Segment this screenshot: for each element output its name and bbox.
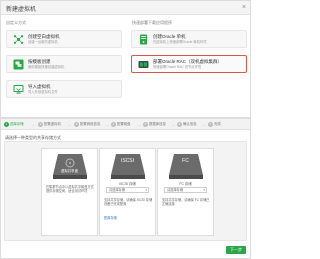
chevron-down-icon: ▾: [145, 188, 147, 192]
card-deploy-oracle-rac[interactable]: 部署Oracle RAC（双机虚拟集群） 快速部署Oracle RAC 双节点环…: [131, 55, 247, 73]
card-import-vm[interactable]: 导入虚拟机 导入外部虚拟机文件: [6, 80, 122, 98]
step-label: 配置虚拟机: [44, 122, 61, 126]
next-button[interactable]: 下一步: [226, 246, 246, 254]
card-create-blank-vm[interactable]: 创建空白虚拟机 创建一台新的虚拟机: [6, 30, 122, 48]
blank-vm-icon: [13, 35, 24, 44]
card-name: 创建Oracle 单机: [153, 34, 186, 39]
oracle-rac-wizard: 1 选择存储 → 2 配置虚拟机 → 3 配置网络信息 → 4 配置磁盘 → 5…: [0, 118, 251, 259]
card-name: 导入虚拟机: [28, 84, 51, 89]
custom-section-label: 自定义方式: [6, 20, 26, 25]
new-vm-dialog: 新建虚拟机 × 自定义方式 快速部署下载应用程序 创建空白虚拟机 创建一台新的虚…: [0, 0, 251, 118]
step-arrow-icon: →: [31, 122, 35, 127]
chevron-down-icon: ▾: [203, 188, 205, 192]
step-number: 7: [208, 122, 213, 127]
storage-desc: 支持共享存储，请确保 iSCSI 存储设备已完成配置: [104, 198, 153, 207]
close-icon[interactable]: ×: [242, 3, 246, 12]
step-number: 5: [143, 122, 148, 127]
import-vm-icon: [13, 85, 24, 94]
select-value: 请选择存储: [109, 188, 125, 192]
step-number: 1: [4, 122, 9, 127]
step-label: 完成: [214, 122, 221, 126]
card-name: 部署Oracle RAC（双机虚拟集群）: [153, 59, 223, 64]
step-arrow-icon: →: [137, 122, 141, 127]
card-name: 创建空白虚拟机: [28, 34, 60, 39]
storage-type-label: ISCSI 存储: [119, 182, 136, 186]
card-desc: 使用模板快速创建虚拟机: [28, 65, 65, 69]
card-create-from-template[interactable]: 按模板创建 使用模板快速创建虚拟机: [6, 55, 122, 73]
iscsi-storage-select[interactable]: 请选择存储 ▾: [106, 187, 149, 193]
step-arrow-icon: →: [202, 122, 206, 127]
card-desc: 在虚拟机上快速部署Oracle 单机环境: [153, 40, 207, 44]
storage-badge: FC: [182, 158, 189, 164]
card-desc: 快速部署Oracle RAC 双节点环境: [153, 65, 202, 69]
step-label: 选择存储: [10, 122, 24, 126]
hard-disk-icon: [53, 154, 87, 179]
step-number: 2: [38, 122, 43, 127]
storage-option-fc[interactable]: FC FC 存储 请选择存储 ▾ 支持共享存储，请确保 FC 存储已正确连接: [157, 148, 214, 236]
step-number: 4: [111, 122, 116, 127]
step-number: 3: [74, 122, 79, 127]
storage-badge: ISCSI: [120, 158, 135, 164]
quick-deploy-section-label: 快速部署下载应用程序: [132, 20, 172, 25]
step-arrow-icon: →: [105, 122, 109, 127]
wizard-steps-bar: 1 选择存储 → 2 配置虚拟机 → 3 配置网络信息 → 4 配置磁盘 → 5…: [1, 119, 250, 130]
template-icon: [13, 59, 24, 70]
card-desc: 导入外部虚拟机文件: [28, 90, 58, 94]
card-create-oracle-single[interactable]: 创建Oracle 单机 在虚拟机上快速部署Oracle 单机环境: [131, 30, 247, 48]
step-label: 数据库信息: [149, 122, 166, 126]
dialog-title: 新建虚拟机: [6, 7, 37, 13]
fc-storage-select[interactable]: 请选择存储 ▾: [164, 187, 207, 193]
dialog-titlebar: 新建虚拟机 ×: [1, 1, 250, 15]
storage-type-heading: 请选择一种类型的共享存储方式: [5, 135, 61, 140]
step-number: 6: [177, 122, 182, 127]
storage-badge: 虚拟共享盘: [61, 169, 78, 173]
storage-desc: 支持共享存储，请确保 FC 存储已正确连接: [162, 198, 210, 207]
step-arrow-icon: →: [171, 122, 175, 127]
configure-storage-link[interactable]: 配置存储: [104, 215, 117, 220]
step-label: 配置网络信息: [80, 122, 101, 126]
storage-desc: 在集群节点中以虚拟共享磁盘方式提供存储空间，适合测试环境: [46, 185, 94, 194]
oracle-single-icon: [140, 34, 147, 45]
oracle-rac-icon: [138, 61, 149, 68]
card-desc: 创建一台新的虚拟机: [28, 40, 58, 44]
card-name: 按模板创建: [28, 59, 51, 64]
step-label: 配置磁盘: [117, 122, 131, 126]
storage-type-label: FC 存储: [179, 182, 192, 186]
storage-option-iscsi[interactable]: ISCSI ISCSI 存储 请选择存储 ▾ 支持共享存储，请确保 iSCSI …: [99, 148, 156, 236]
storage-option-virtual-disk[interactable]: 虚拟共享盘 在集群节点中以虚拟共享磁盘方式提供存储空间，适合测试环境: [41, 148, 98, 236]
step-arrow-icon: →: [67, 122, 71, 127]
step-label: 确认信息: [183, 122, 197, 126]
select-value: 请选择存储: [167, 188, 183, 192]
